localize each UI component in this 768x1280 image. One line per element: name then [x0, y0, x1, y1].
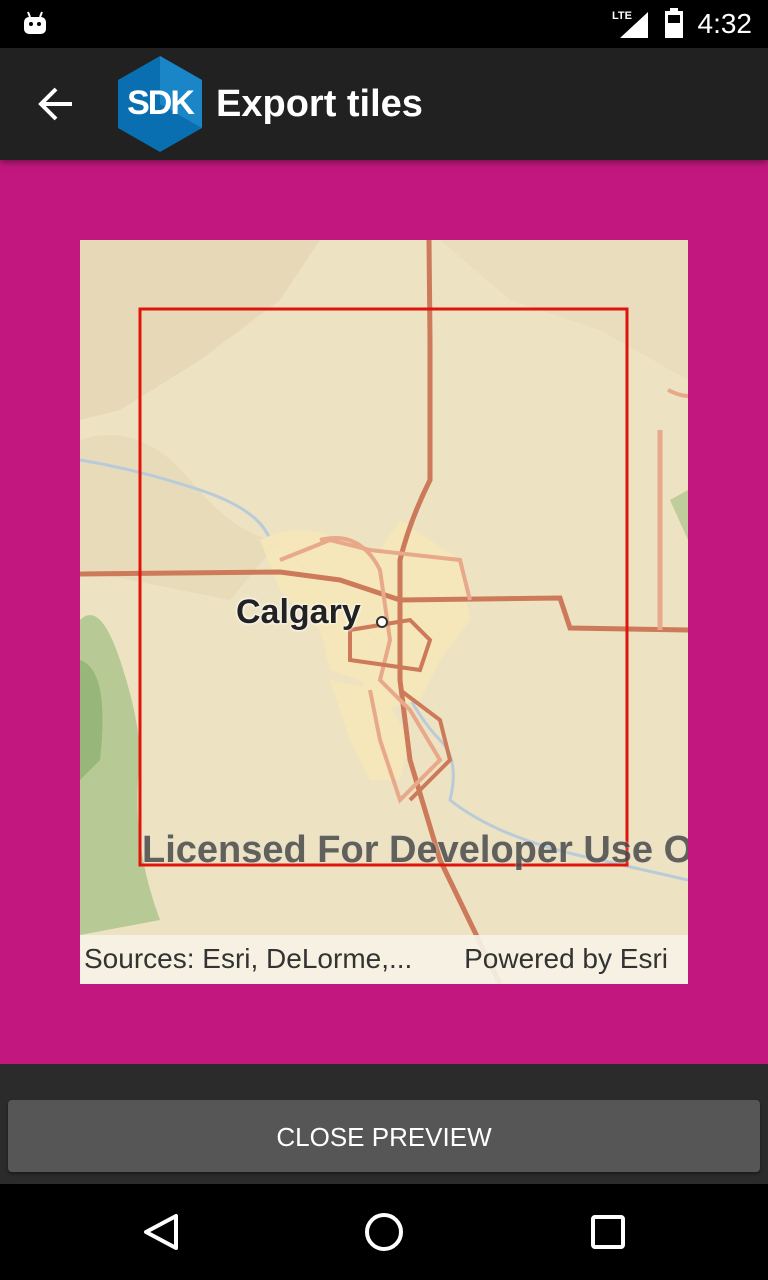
clock: 4:32: [697, 8, 753, 39]
app-toolbar: SDK Export tiles: [0, 48, 768, 160]
sdk-logo: SDK: [118, 56, 202, 152]
close-preview-button[interactable]: CLOSE PREVIEW: [8, 1100, 760, 1172]
bottom-panel: CLOSE PREVIEW: [0, 1064, 768, 1184]
attribution-sources[interactable]: Sources: Esri, DeLorme,...: [84, 943, 412, 975]
sdk-logo-text: SDK: [127, 84, 195, 122]
city-label: Calgary: [236, 593, 361, 631]
android-debug-icon: [24, 11, 46, 34]
signal-icon: [620, 12, 648, 38]
page-title: Export tiles: [216, 83, 423, 125]
map-attribution: Sources: Esri, DeLorme,... Powered by Es…: [80, 935, 688, 984]
back-triangle-icon[interactable]: [136, 1208, 184, 1256]
attribution-powered-by: Powered by Esri: [464, 943, 668, 974]
status-bar: LTE 4:32: [0, 0, 768, 48]
arrow-back-icon[interactable]: [34, 84, 78, 124]
navigation-bar: [0, 1184, 768, 1280]
recents-square-icon[interactable]: [584, 1208, 632, 1256]
map-area: Calgary Licensed For Developer Use Only …: [0, 160, 768, 1064]
battery-icon: [665, 8, 683, 38]
map-preview[interactable]: Calgary Licensed For Developer Use Only …: [80, 240, 688, 984]
developer-watermark: Licensed For Developer Use Only: [142, 829, 688, 871]
home-circle-icon[interactable]: [360, 1208, 408, 1256]
map-canvas: [80, 240, 688, 984]
